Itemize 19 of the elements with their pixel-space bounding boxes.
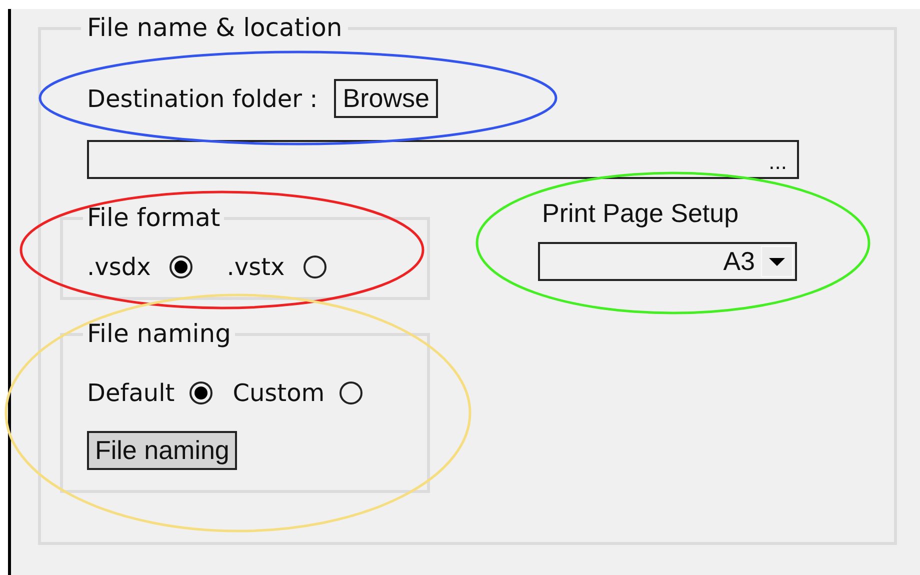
browse-dots[interactable]: ... bbox=[768, 151, 787, 173]
print-setup-label: Print Page Setup bbox=[541, 198, 740, 228]
group-title: File name & location bbox=[86, 13, 344, 43]
group-title: File format bbox=[86, 203, 222, 233]
radio-button[interactable] bbox=[302, 255, 327, 279]
option-label: Custom bbox=[232, 379, 325, 407]
radio-button[interactable] bbox=[188, 381, 213, 405]
radio-button[interactable] bbox=[338, 381, 363, 405]
group-title: File naming bbox=[86, 319, 232, 349]
paper-size-dropdown[interactable]: A3 bbox=[538, 242, 797, 281]
radio-button[interactable] bbox=[168, 255, 193, 279]
dropdown-arrow-icon bbox=[769, 256, 785, 266]
path-field[interactable]: ... bbox=[87, 140, 799, 179]
option-label: .vstx bbox=[226, 253, 285, 281]
option-label: Default bbox=[87, 379, 175, 407]
browse-button[interactable]: Browse bbox=[334, 79, 438, 118]
destination-label: Destination folder : bbox=[87, 84, 318, 112]
option-label: .vsdx bbox=[87, 253, 151, 281]
file-naming-button[interactable]: File naming bbox=[87, 431, 238, 470]
